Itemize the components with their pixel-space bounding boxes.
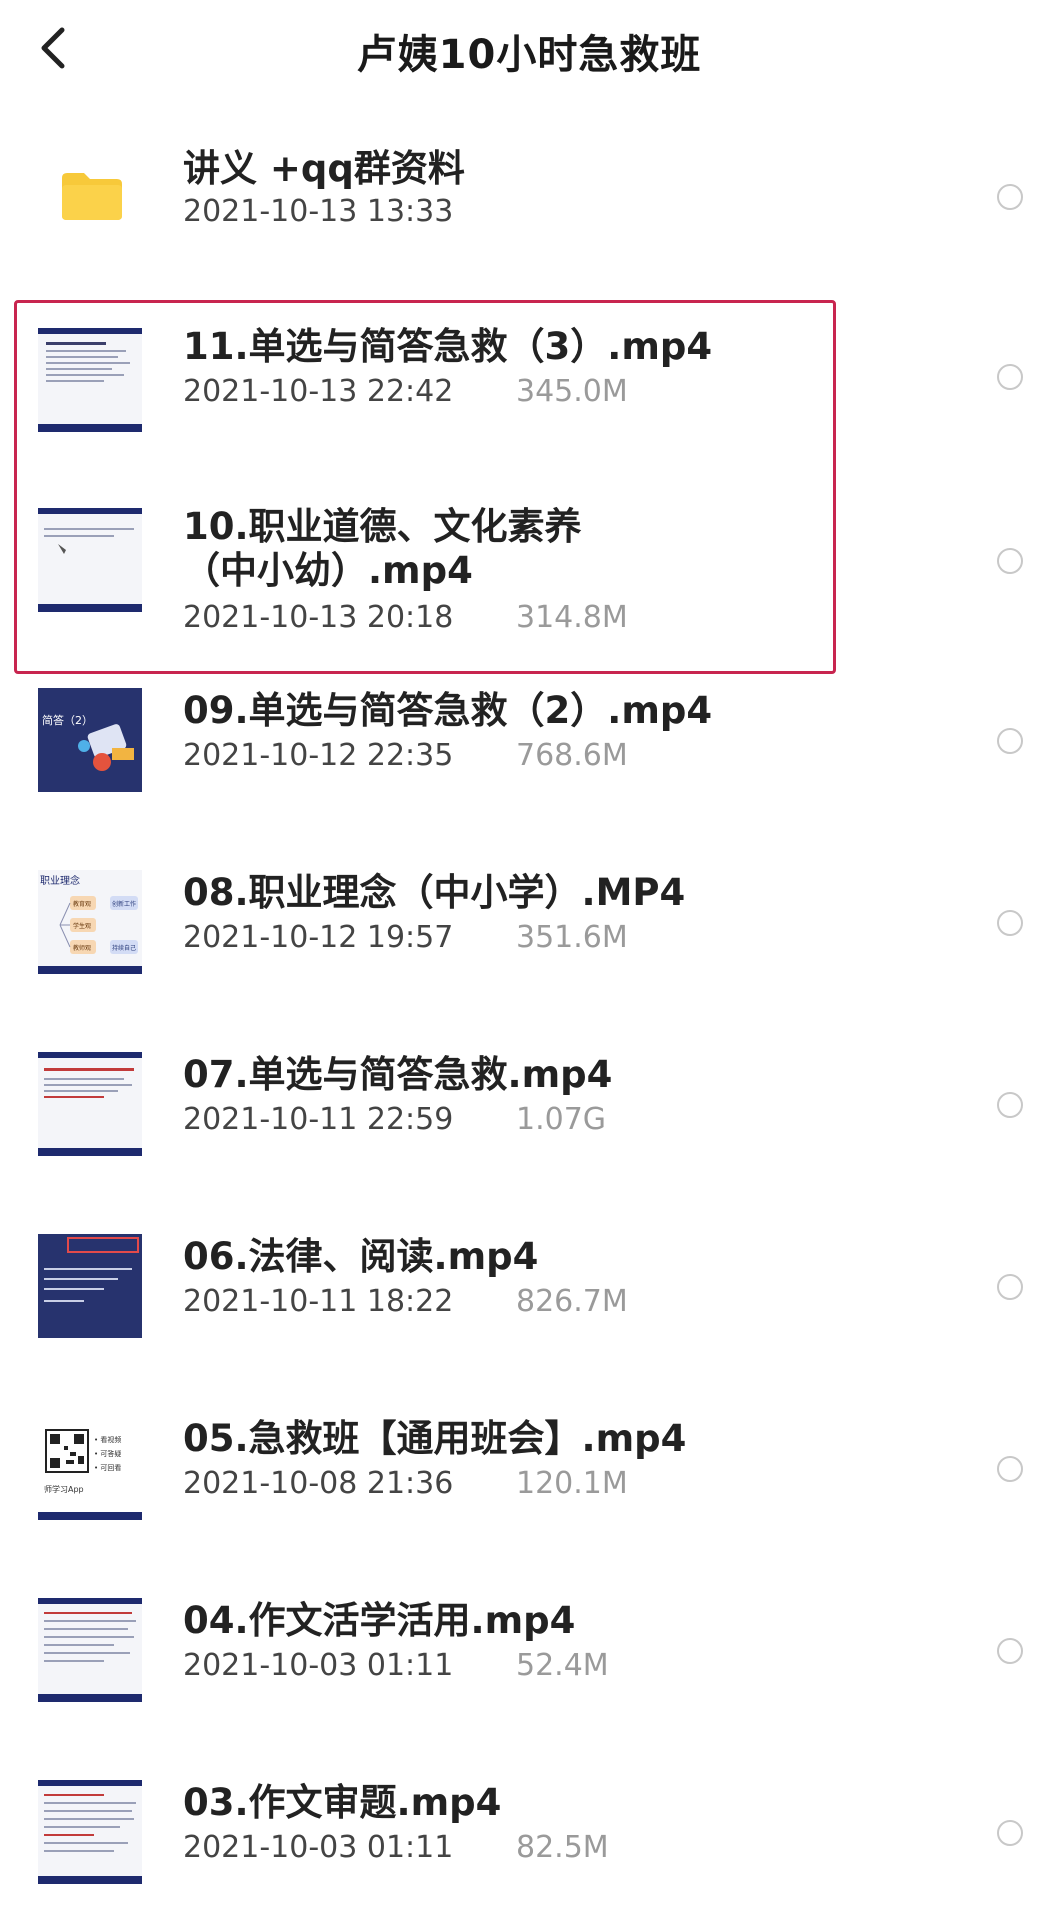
svg-text:师学习App: 师学习App (44, 1484, 84, 1494)
file-meta: 2021-10-12 19:57 351.6M (183, 920, 628, 955)
file-row[interactable]: 07.单选与简答急救.mp4 2021-10-11 22:59 1.07G (0, 1038, 1058, 1178)
folder-icon (60, 170, 124, 222)
file-row[interactable]: 职业理念 教育观 学生观 教师观 创新工作 持续自己 08.职业理念（中小学）.… (0, 856, 1058, 996)
video-thumbnail (38, 1234, 142, 1338)
file-row[interactable]: 简答（2） 09.单选与简答急救（2）.mp4 2021-10-12 22:35… (0, 674, 1058, 814)
svg-text:• 可回看: • 可回看 (94, 1464, 121, 1472)
file-date: 2021-10-08 21:36 (183, 1466, 454, 1501)
file-row[interactable]: 03.作文审题.mp4 2021-10-03 01:11 82.5M (0, 1766, 1058, 1906)
file-name: 06.法律、阅读.mp4 (183, 1235, 539, 1278)
file-name: 07.单选与简答急救.mp4 (183, 1053, 613, 1096)
file-row[interactable]: • 看视频 • 可答疑 • 可回看 师学习App 05.急救班【通用班会】.mp… (0, 1402, 1058, 1542)
file-meta: 2021-10-13 22:42 345.0M (183, 374, 628, 409)
file-size: 345.0M (516, 374, 628, 409)
file-meta: 2021-10-03 01:11 52.4M (183, 1648, 609, 1683)
file-name: 04.作文活学活用.mp4 (183, 1599, 576, 1642)
file-size: 82.5M (516, 1830, 609, 1865)
file-size: 826.7M (516, 1284, 628, 1319)
file-meta: 2021-10-12 22:35 768.6M (183, 738, 628, 773)
file-date: 2021-10-03 01:11 (183, 1648, 454, 1683)
file-meta: 2021-10-11 18:22 826.7M (183, 1284, 628, 1319)
svg-text:创新工作: 创新工作 (112, 900, 136, 908)
select-radio[interactable] (997, 910, 1023, 936)
file-name: 11.单选与简答急救（3）.mp4 (183, 325, 713, 368)
file-meta: 2021-10-03 01:11 82.5M (183, 1830, 609, 1865)
video-thumbnail: • 看视频 • 可答疑 • 可回看 师学习App (38, 1416, 142, 1520)
select-radio[interactable] (997, 1274, 1023, 1300)
video-thumbnail: 职业理念 教育观 学生观 教师观 创新工作 持续自己 (38, 870, 142, 974)
file-size: 351.6M (516, 920, 628, 955)
select-radio[interactable] (997, 1638, 1023, 1664)
file-name: 05.急救班【通用班会】.mp4 (183, 1417, 687, 1460)
select-radio[interactable] (997, 1092, 1023, 1118)
file-name-cont: （中小幼）.mp4 (183, 549, 473, 592)
video-thumbnail (38, 1052, 142, 1156)
svg-text:持续自己: 持续自己 (112, 944, 136, 952)
folder-row[interactable]: 讲义 +qq群资料 2021-10-13 13:33 (0, 118, 1058, 268)
file-size: 768.6M (516, 738, 628, 773)
file-meta: 2021-10-11 22:59 1.07G (183, 1102, 606, 1137)
svg-text:学生观: 学生观 (73, 922, 91, 930)
file-name: 08.职业理念（中小学）.MP4 (183, 871, 686, 914)
file-date: 2021-10-03 01:11 (183, 1830, 454, 1865)
select-radio[interactable] (997, 1820, 1023, 1846)
file-size: 52.4M (516, 1648, 609, 1683)
page-title: 卢姨10小时急救班 (356, 32, 702, 78)
video-thumbnail (38, 328, 142, 432)
file-row[interactable]: 04.作文活学活用.mp4 2021-10-03 01:11 52.4M (0, 1584, 1058, 1724)
select-radio[interactable] (997, 1456, 1023, 1482)
svg-text:• 看视频: • 看视频 (94, 1435, 121, 1444)
select-radio[interactable] (997, 548, 1023, 574)
file-name: 03.作文审题.mp4 (183, 1781, 502, 1824)
file-row[interactable]: 06.法律、阅读.mp4 2021-10-11 18:22 826.7M (0, 1220, 1058, 1360)
file-name: 09.单选与简答急救（2）.mp4 (183, 689, 713, 732)
video-thumbnail: 简答（2） (38, 688, 142, 792)
file-meta: 2021-10-13 20:18 314.8M (183, 600, 628, 635)
svg-text:• 可答疑: • 可答疑 (94, 1449, 121, 1458)
svg-text:简答（2）: 简答（2） (42, 713, 93, 727)
file-date: 2021-10-11 22:59 (183, 1102, 454, 1137)
file-date: 2021-10-11 18:22 (183, 1284, 454, 1319)
svg-text:教师观: 教师观 (73, 944, 91, 952)
file-row[interactable]: 10.职业道德、文化素养 （中小幼）.mp4 2021-10-13 20:18 … (0, 490, 1058, 660)
file-date: 2021-10-12 19:57 (183, 920, 454, 955)
select-radio[interactable] (997, 364, 1023, 390)
svg-text:教育观: 教育观 (73, 900, 91, 908)
file-name: 10.职业道德、文化素养 (183, 505, 582, 548)
video-thumbnail (38, 1780, 142, 1884)
file-date: 2021-10-12 22:35 (183, 738, 454, 773)
select-radio[interactable] (997, 728, 1023, 754)
file-size: 120.1M (516, 1466, 628, 1501)
file-row[interactable]: 11.单选与简答急救（3）.mp4 2021-10-13 22:42 345.0… (0, 310, 1058, 450)
video-thumbnail (38, 1598, 142, 1702)
svg-text:职业理念: 职业理念 (40, 874, 80, 887)
file-size: 1.07G (516, 1102, 607, 1137)
file-date: 2021-10-13 22:42 (183, 374, 454, 409)
file-date: 2021-10-13 20:18 (183, 600, 454, 635)
folder-date: 2021-10-13 13:33 (183, 194, 454, 229)
select-radio[interactable] (997, 184, 1023, 210)
folder-name: 讲义 +qq群资料 (183, 147, 465, 190)
video-thumbnail (38, 508, 142, 612)
file-meta: 2021-10-08 21:36 120.1M (183, 1466, 628, 1501)
file-size: 314.8M (516, 600, 628, 635)
top-bar: 卢姨10小时急救班 (0, 0, 1058, 100)
